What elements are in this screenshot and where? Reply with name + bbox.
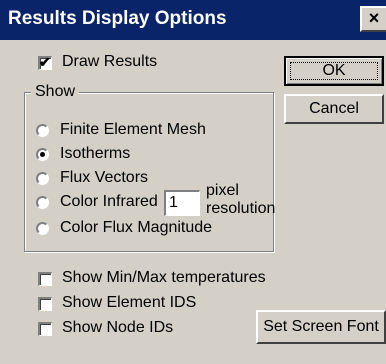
focus-rect bbox=[290, 62, 378, 80]
resolution-label: resolution bbox=[206, 200, 276, 217]
radio-label-color-flux-magnitude: Color Flux Magnitude bbox=[60, 219, 213, 236]
radio-selected-dot bbox=[40, 152, 45, 157]
radio-color-flux-magnitude[interactable] bbox=[36, 222, 49, 235]
radio-label-color-infrared: Color Infrared bbox=[60, 193, 158, 210]
set-screen-font-button[interactable]: Set Screen Font bbox=[256, 310, 386, 344]
radio-finite-element-mesh[interactable] bbox=[36, 124, 49, 137]
set-screen-font-label: Set Screen Font bbox=[263, 318, 379, 335]
pixel-resolution-input[interactable]: 1 bbox=[164, 190, 200, 216]
cancel-button[interactable]: Cancel bbox=[284, 94, 384, 124]
window-title: Results Display Options bbox=[8, 8, 227, 29]
show-node-ids-label: Show Node IDs bbox=[62, 319, 174, 336]
draw-results-label: Draw Results bbox=[62, 53, 158, 70]
radio-isotherms[interactable] bbox=[36, 148, 49, 161]
draw-results-checkbox[interactable]: ✔ bbox=[38, 54, 52, 70]
radio-label-flux-vectors: Flux Vectors bbox=[60, 169, 149, 186]
radio-label-finite-element-mesh: Finite Element Mesh bbox=[60, 121, 206, 138]
radio-label-isotherms: Isotherms bbox=[60, 145, 131, 162]
checkmark-icon: ✔ bbox=[39, 54, 51, 70]
cancel-label: Cancel bbox=[309, 100, 359, 117]
show-node-ids-checkbox[interactable] bbox=[38, 322, 52, 336]
show-group-label: Show bbox=[31, 82, 80, 102]
show-element-ids-label: Show Element IDS bbox=[62, 294, 197, 311]
radio-color-infrared[interactable] bbox=[36, 196, 49, 209]
radio-flux-vectors[interactable] bbox=[36, 172, 49, 185]
close-button[interactable]: × bbox=[360, 6, 386, 32]
title-bar: Results Display Options × bbox=[0, 0, 386, 40]
show-element-ids-checkbox[interactable] bbox=[38, 297, 52, 311]
close-icon: × bbox=[368, 8, 380, 28]
show-minmax-label: Show Min/Max temperatures bbox=[62, 269, 266, 286]
pixel-label: pixel bbox=[206, 182, 239, 199]
show-minmax-checkbox[interactable] bbox=[38, 272, 52, 286]
ok-button[interactable]: OK bbox=[284, 56, 384, 86]
